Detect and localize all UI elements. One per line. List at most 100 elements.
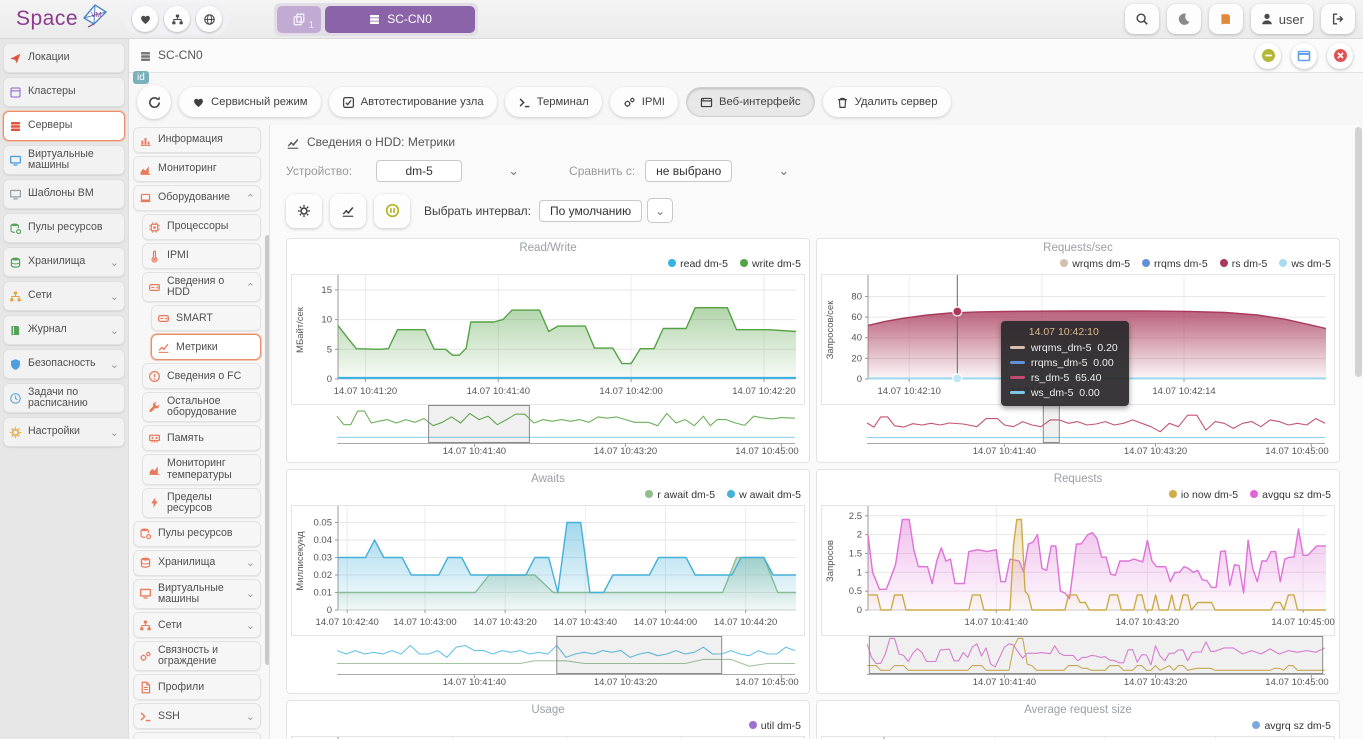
- compare-label: Сравнить с:: [569, 164, 635, 178]
- chevron-up-icon: ⌃: [246, 281, 255, 294]
- gears-icon: [623, 96, 636, 109]
- legend-item[interactable]: avgrq sz dm-5: [1252, 720, 1331, 732]
- quick-globe-button[interactable]: [196, 6, 222, 32]
- delete-server-button[interactable]: Удалить сервер: [823, 87, 951, 117]
- sidebar-item-scheduled-tasks[interactable]: Задачи по расписанию: [3, 383, 125, 413]
- legend-item[interactable]: util dm-5: [749, 720, 801, 732]
- logout-button[interactable]: [1321, 4, 1355, 34]
- subsidebar-item-storages[interactable]: Хранилища⌄: [133, 550, 261, 576]
- sidebar-item-networks[interactable]: Сети⌄: [3, 281, 125, 311]
- web-interface-button[interactable]: Веб-интерфейс: [686, 87, 815, 117]
- minimap-brush[interactable]: [869, 636, 1322, 673]
- legend-item[interactable]: ws dm-5: [1279, 258, 1331, 270]
- minimize-button[interactable]: [1255, 43, 1281, 69]
- subsidebar-item-virtual-machines[interactable]: Виртуальные машины⌄: [133, 579, 261, 609]
- subsidebar-item-connectivity[interactable]: Связность и ограждение: [133, 641, 261, 671]
- sidebar-item-storages[interactable]: Хранилища⌄: [3, 247, 125, 277]
- subsidebar-item-other-hardware[interactable]: Остальное оборудование: [142, 392, 261, 422]
- sidebar-item-journal[interactable]: Журнал⌄: [3, 315, 125, 345]
- sidebar-item-clusters[interactable]: Кластеры: [3, 77, 125, 107]
- svg-text:20: 20: [851, 353, 862, 364]
- terminal-button[interactable]: Терминал: [505, 87, 602, 117]
- chevron-up-icon: ⌃: [246, 192, 255, 205]
- quick-topology-button[interactable]: [164, 6, 190, 32]
- subsidebar-item-hdd-info[interactable]: Сведения о HDD⌃: [142, 272, 261, 302]
- svg-text:14.07 10:45:00: 14.07 10:45:00: [1265, 446, 1328, 455]
- chart-minimap: 14.07 10:41:4014.07 10:43:2014.07 10:45:…: [291, 636, 805, 689]
- svg-text:80: 80: [851, 291, 862, 302]
- legend-item[interactable]: r await dm-5: [645, 489, 715, 501]
- legend-item[interactable]: avgqu sz dm-5: [1250, 489, 1331, 501]
- sidebar-item-security[interactable]: Безопасность⌄: [3, 349, 125, 379]
- close-button[interactable]: [1327, 43, 1353, 69]
- subsidebar-item-events[interactable]: События: [133, 732, 261, 739]
- chart-title: Requests/sec: [821, 242, 1335, 258]
- subsidebar-item-monitoring[interactable]: Мониторинг: [133, 156, 261, 182]
- maximize-button[interactable]: [1291, 43, 1317, 69]
- svg-text:2: 2: [857, 529, 862, 540]
- subsidebar-item-fc-info[interactable]: Сведения о FC: [142, 363, 261, 389]
- sidebar-item-servers[interactable]: Серверы: [3, 111, 125, 141]
- legend-item[interactable]: wrqms dm-5: [1060, 258, 1130, 270]
- subsidebar-item-resource-limits[interactable]: Пределы ресурсов: [142, 488, 261, 518]
- service-mode-button[interactable]: Сервисный режим: [179, 87, 321, 117]
- tab-copy[interactable]: 1: [277, 6, 321, 33]
- ipmi-button[interactable]: IPMI: [610, 87, 678, 117]
- subsidebar-item-hardware[interactable]: Оборудование⌃: [133, 185, 261, 211]
- subsidebar-item-networks[interactable]: Сети⌄: [133, 612, 261, 638]
- subsidebar-item-temperature-monitoring[interactable]: Мониторинг температуры: [142, 454, 261, 484]
- app-logo[interactable]: Space VM: [16, 4, 110, 34]
- svg-text:14.07 10:43:20: 14.07 10:43:20: [594, 677, 657, 686]
- svg-text:0.02: 0.02: [314, 570, 333, 581]
- svg-text:15: 15: [321, 285, 332, 296]
- content-scrollbar[interactable]: [1355, 127, 1362, 739]
- subsidebar-item-ipmi[interactable]: IPMI: [142, 243, 261, 269]
- interval-select[interactable]: По умолчанию ⌄: [539, 198, 673, 223]
- info-icon: [148, 370, 161, 383]
- user-button[interactable]: user: [1251, 4, 1313, 34]
- sidebar-item-settings[interactable]: Настройки⌄: [3, 417, 125, 447]
- subsidebar-item-resource-pools[interactable]: Пулы ресурсов: [133, 521, 261, 547]
- subsidebar-item-smart[interactable]: SMART: [151, 305, 261, 331]
- subsidebar-item-ssh[interactable]: SSH⌄: [133, 703, 261, 729]
- legend-item[interactable]: rs dm-5: [1220, 258, 1268, 270]
- subsidebar-item-memory[interactable]: Память: [142, 425, 261, 451]
- chart-line-icon: [286, 136, 300, 150]
- legend-item[interactable]: w await dm-5: [727, 489, 801, 501]
- heart-icon: [139, 13, 152, 26]
- minimap-brush[interactable]: [1043, 405, 1059, 442]
- subsidebar-item-profiles[interactable]: Профили: [133, 674, 261, 700]
- sidebar-item-locations[interactable]: Локации: [3, 43, 125, 73]
- tab-copy-count: 1: [308, 20, 314, 31]
- search-button[interactable]: [1125, 4, 1159, 34]
- tab-sc-cn0[interactable]: SC-CN0: [325, 6, 475, 33]
- close-icon: [1333, 48, 1348, 63]
- sidebar-item-virtual-machines[interactable]: Виртуальные машины: [3, 145, 125, 175]
- subsidebar-item-metrics[interactable]: Метрики: [151, 334, 261, 360]
- svg-text:5: 5: [327, 344, 332, 355]
- node-autotest-button[interactable]: Автотестирование узла: [329, 87, 497, 117]
- subsidebar-item-processors[interactable]: Процессоры: [142, 214, 261, 240]
- crosshair-dot: [953, 374, 962, 383]
- logo-vm-kite-icon: VM: [80, 2, 110, 28]
- legend-item[interactable]: read dm-5: [668, 258, 728, 270]
- chart-settings-button[interactable]: [286, 194, 322, 228]
- compare-select[interactable]: не выбрано ⌄: [645, 160, 789, 182]
- device-select[interactable]: dm-5 ⌄: [376, 160, 519, 182]
- sidebar-item-vm-templates[interactable]: Шаблоны ВМ: [3, 179, 125, 209]
- subsidebar-item-information[interactable]: Информация: [133, 127, 261, 153]
- theme-button[interactable]: [1167, 4, 1201, 34]
- sidebar-item-resource-pools[interactable]: Пулы ресурсов: [3, 213, 125, 243]
- minimap-brush[interactable]: [429, 405, 530, 442]
- chart-type-button[interactable]: [330, 194, 366, 228]
- chart-usage: Usageutil dm-580100: [286, 700, 810, 739]
- legend-item[interactable]: rrqms dm-5: [1142, 258, 1208, 270]
- minimap-brush[interactable]: [557, 636, 722, 673]
- quick-health-button[interactable]: [132, 6, 158, 32]
- legend-item[interactable]: write dm-5: [740, 258, 801, 270]
- refresh-button[interactable]: [137, 85, 171, 119]
- docs-button[interactable]: [1209, 4, 1243, 34]
- pause-refresh-button[interactable]: [374, 194, 410, 228]
- legend-item[interactable]: io now dm-5: [1169, 489, 1238, 501]
- svg-text:Миллисекунд: Миллисекунд: [295, 531, 306, 591]
